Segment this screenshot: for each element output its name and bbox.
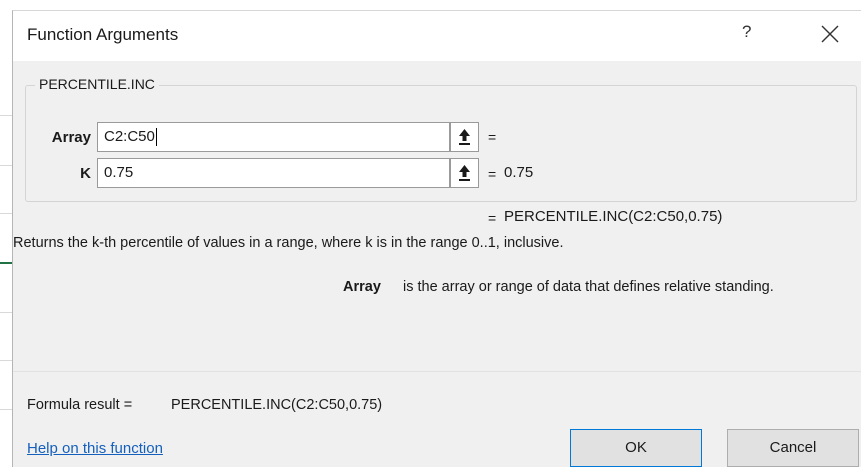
- array-collapse-button[interactable]: [450, 122, 479, 152]
- argument-help-name: Array: [343, 279, 381, 295]
- help-icon[interactable]: ?: [742, 22, 751, 42]
- array-equals-sign: =: [488, 129, 497, 145]
- formula-result-value: PERCENTILE.INC(C2:C50,0.75): [171, 397, 383, 413]
- grid-line: [0, 115, 12, 116]
- dialog-titlebar[interactable]: Function Arguments ?: [13, 11, 861, 61]
- spreadsheet-background-edge: [0, 0, 12, 467]
- array-arg-value: C2:C50: [104, 128, 155, 145]
- collapse-dialog-arrow-icon: [459, 129, 470, 145]
- grid-line-selected: [0, 262, 12, 264]
- k-arg-label: K: [80, 165, 91, 182]
- formula-preview-equals: =: [488, 210, 497, 226]
- function-name-label: PERCENTILE.INC: [35, 76, 159, 92]
- grid-line: [0, 360, 12, 361]
- array-arg-input[interactable]: C2:C50: [97, 122, 450, 152]
- formula-result-label: Formula result =: [27, 397, 133, 413]
- help-on-function-link[interactable]: Help on this function: [27, 440, 163, 457]
- k-arg-value: 0.75: [104, 164, 134, 181]
- function-description: Returns the k-th percentile of values in…: [13, 235, 564, 251]
- k-equals-sign: =: [488, 166, 497, 182]
- array-arg-label: Array: [51, 129, 91, 146]
- collapse-dialog-arrow-icon: [459, 165, 470, 181]
- argument-help-text: is the array or range of data that defin…: [403, 279, 774, 295]
- grid-line: [0, 312, 12, 313]
- cancel-button[interactable]: Cancel: [727, 429, 859, 467]
- divider: [13, 371, 861, 372]
- grid-line: [0, 213, 12, 214]
- text-caret: [155, 128, 157, 147]
- k-collapse-button[interactable]: [450, 158, 479, 188]
- close-icon[interactable]: [819, 23, 841, 45]
- ok-button[interactable]: OK: [570, 429, 702, 467]
- grid-line: [0, 165, 12, 166]
- grid-line: [0, 409, 12, 410]
- k-arg-input[interactable]: 0.75: [97, 158, 450, 188]
- formula-preview-value: PERCENTILE.INC(C2:C50,0.75): [504, 208, 723, 225]
- k-arg-result: 0.75: [504, 164, 534, 181]
- function-arguments-dialog: Function Arguments ? PERCENTILE.INC Arra…: [12, 10, 861, 467]
- dialog-title: Function Arguments: [27, 25, 179, 44]
